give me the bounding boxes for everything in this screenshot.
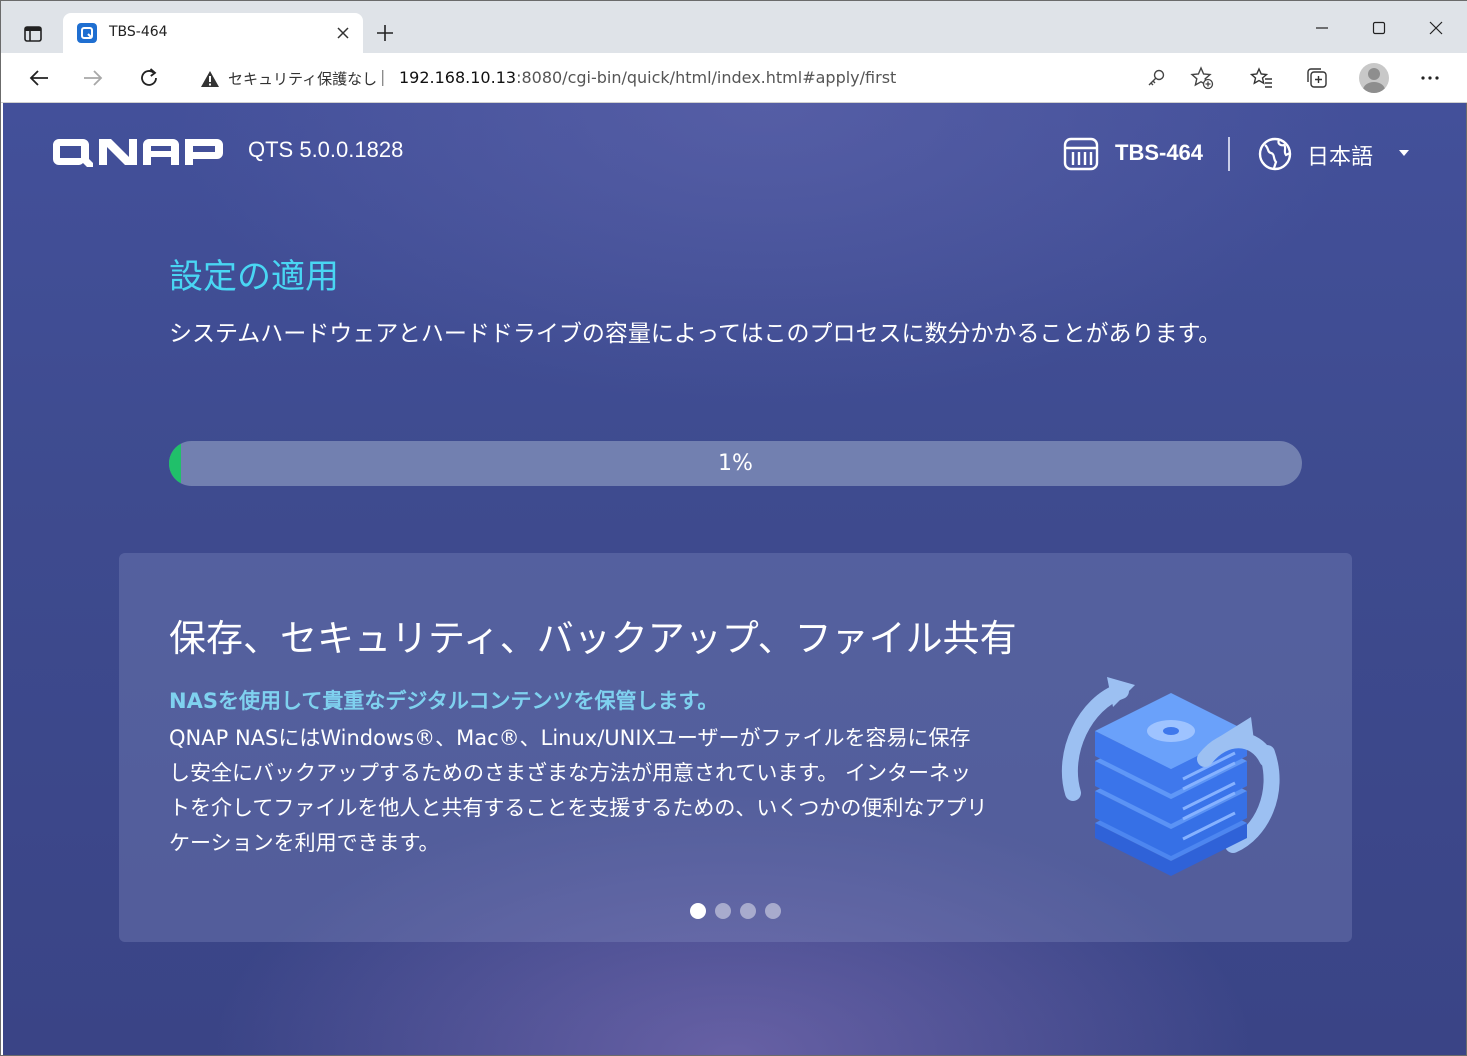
- carousel-dot[interactable]: [765, 903, 781, 919]
- card-subtitle: NASを使用して貴重なデジタルコンテンツを保管します。: [169, 689, 719, 713]
- card-title: 保存、セキュリティ、バックアップ、ファイル共有: [169, 617, 1017, 660]
- close-icon: [337, 27, 349, 39]
- key-icon: [1148, 69, 1165, 86]
- favorites-icon: [1250, 67, 1272, 88]
- security-indicator[interactable]: セキュリティ保護なし: [200, 68, 377, 89]
- plus-icon: [377, 25, 393, 41]
- minimize-icon: [1316, 27, 1328, 29]
- tab-title: TBS-464: [109, 24, 168, 40]
- tab-close-button[interactable]: [331, 21, 355, 45]
- more-horizontal-icon: [1421, 76, 1439, 80]
- page-description: システムハードウェアとハードドライブの容量によってはこのプロセスに数分かかること…: [169, 321, 1222, 347]
- maximize-icon: [1372, 21, 1386, 35]
- carousel-dot[interactable]: [715, 903, 731, 919]
- qnap-logo: [53, 139, 223, 167]
- arrow-left-icon: [29, 70, 48, 86]
- url-separator: |: [380, 67, 386, 86]
- qnap-favicon-icon: [77, 23, 97, 43]
- caret-down-icon[interactable]: [1398, 149, 1410, 157]
- forward-button[interactable]: [77, 62, 109, 94]
- qnap-setup-page: QTS 5.0.0.1828 TBS-464 日本語 設定の適用 システムハード…: [3, 103, 1466, 1055]
- page-title: 設定の適用: [169, 257, 339, 297]
- url-path: :8080/cgi-bin/quick/html/index.html#appl…: [516, 68, 897, 87]
- device-name: TBS-464: [1115, 140, 1204, 165]
- star-add-icon: [1190, 66, 1214, 90]
- url-host: 192.168.10.13: [399, 68, 517, 87]
- nas-device-icon: [1063, 137, 1099, 171]
- minimize-button[interactable]: [1299, 11, 1345, 45]
- back-button[interactable]: [23, 62, 55, 94]
- progress-label: 1%: [718, 451, 753, 476]
- header-divider: [1228, 137, 1230, 171]
- browser-tab-active[interactable]: TBS-464: [63, 13, 363, 53]
- warning-icon: [201, 70, 219, 87]
- security-warning-text: セキュリティ保護なし: [228, 70, 378, 88]
- browser-toolbar: セキュリティ保護なし | 192.168.10.13:8080/cgi-bin/…: [1, 53, 1467, 103]
- tab-actions-icon: [24, 26, 42, 42]
- close-window-button[interactable]: [1413, 11, 1459, 45]
- password-key-button[interactable]: [1142, 64, 1170, 92]
- refresh-icon: [141, 68, 157, 86]
- new-tab-button[interactable]: [371, 19, 399, 47]
- url-text[interactable]: 192.168.10.13:8080/cgi-bin/quick/html/in…: [399, 68, 896, 87]
- progress-bar: 1%: [169, 441, 1302, 486]
- tab-actions-button[interactable]: [13, 19, 53, 49]
- collections-icon: [1307, 68, 1327, 88]
- maximize-button[interactable]: [1356, 11, 1402, 45]
- address-bar[interactable]: セキュリティ保護なし | 192.168.10.13:8080/cgi-bin/…: [184, 58, 1232, 98]
- carousel-dots: [690, 903, 781, 919]
- carousel-dot[interactable]: [740, 903, 756, 919]
- add-favorite-button[interactable]: [1188, 64, 1216, 92]
- browser-tab-strip: TBS-464: [1, 1, 1467, 53]
- firmware-version: QTS 5.0.0.1828: [248, 137, 404, 162]
- collections-button[interactable]: [1301, 62, 1333, 94]
- nas-backup-illustration-icon: [1061, 677, 1280, 876]
- feature-carousel-card: 保存、セキュリティ、バックアップ、ファイル共有 NASを使用して貴重なデジタルコ…: [119, 553, 1352, 942]
- card-body: QNAP NASにはWindows®、Mac®、Linux/UNIXユーザーがフ…: [169, 726, 988, 855]
- refresh-button[interactable]: [133, 62, 165, 94]
- close-window-icon: [1429, 21, 1443, 35]
- settings-more-button[interactable]: [1414, 62, 1446, 94]
- carousel-dot[interactable]: [690, 903, 706, 919]
- favorites-button[interactable]: [1246, 62, 1278, 94]
- profile-avatar-icon[interactable]: [1359, 63, 1389, 93]
- language-selector[interactable]: 日本語: [1307, 139, 1373, 171]
- globe-icon[interactable]: [1257, 136, 1293, 172]
- arrow-right-icon: [84, 70, 103, 86]
